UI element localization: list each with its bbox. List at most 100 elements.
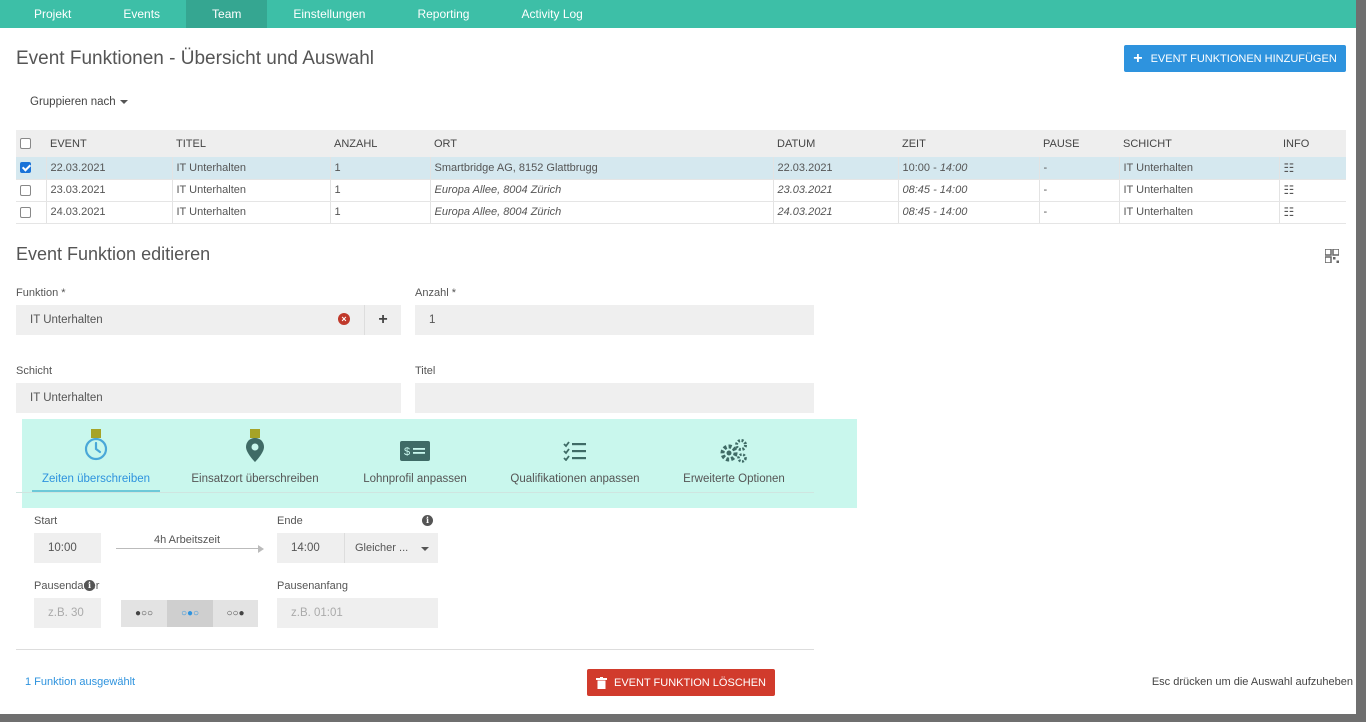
col-datum[interactable]: DATUM xyxy=(773,130,898,157)
cell-info: ☷ xyxy=(1278,179,1346,202)
pause-start-input[interactable]: z.B. 01:01 xyxy=(277,598,438,628)
group-by-dropdown[interactable]: Gruppieren nach xyxy=(30,96,128,108)
cell-pause: - xyxy=(1038,179,1119,202)
pause-position-end[interactable]: ○○● xyxy=(213,600,258,627)
select-all-checkbox[interactable] xyxy=(20,138,31,150)
esc-hint: Esc drücken um die Auswahl aufzuheben xyxy=(1151,676,1353,688)
footer-divider xyxy=(16,649,814,650)
tabs-divider xyxy=(16,492,814,493)
svg-text:$: $ xyxy=(404,446,410,458)
pausenanfang-label: Pausenanfang xyxy=(277,580,348,592)
table-row[interactable]: 22.03.2021 IT Unterhalten 1 Smartbridge … xyxy=(16,157,1346,180)
col-pause[interactable]: PAUSE xyxy=(1039,130,1119,157)
anzahl-label: Anzahl * xyxy=(415,287,456,299)
row-checkbox[interactable] xyxy=(20,184,31,196)
cell-event: 22.03.2021 xyxy=(45,157,172,180)
duration-label: 4h Arbeitszeit xyxy=(154,534,221,546)
anzahl-field[interactable]: 1 xyxy=(415,305,814,335)
gears-icon xyxy=(720,439,747,463)
tab-team[interactable]: Team xyxy=(186,0,268,28)
tab-qualifikationen-anpassen[interactable]: Qualifikationen anpassen xyxy=(504,419,646,493)
arrow-right-icon xyxy=(258,545,264,553)
selection-info[interactable]: 1 Funktion ausgewählt xyxy=(25,676,135,688)
cell-schicht: IT Unterhalten xyxy=(1118,179,1279,202)
info-icon[interactable]: i xyxy=(422,515,433,526)
row-checkbox-cell xyxy=(16,157,46,180)
tab-einsatzort-ueberschreiben[interactable]: Einsatzort überschreiben xyxy=(184,419,326,493)
list-info-icon[interactable]: ☷ xyxy=(1284,183,1295,197)
tab-projekt[interactable]: Projekt xyxy=(8,0,97,28)
cell-datum: 23.03.2021 xyxy=(772,179,898,202)
pause-position-start[interactable]: ●○○ xyxy=(121,600,167,627)
cell-zeit: 10:00 - 14:00 xyxy=(897,157,1039,180)
tab-erweiterte-optionen[interactable]: Erweiterte Optionen xyxy=(672,419,796,493)
qr-code-icon[interactable] xyxy=(1325,249,1339,263)
duration-arrow xyxy=(116,548,262,549)
schicht-field[interactable]: IT Unterhalten xyxy=(16,383,401,413)
select-all-cell xyxy=(16,130,46,157)
col-event[interactable]: EVENT xyxy=(46,130,172,157)
plus-icon: + xyxy=(1133,49,1143,67)
tab-label: Lohnprofil anpassen xyxy=(363,473,467,485)
cell-info: ☷ xyxy=(1278,201,1346,224)
tab-label: Einsatzort überschreiben xyxy=(191,473,319,485)
tab-activity-log[interactable]: Activity Log xyxy=(495,0,608,28)
cell-schicht: IT Unterhalten xyxy=(1118,201,1279,224)
clear-icon[interactable]: × xyxy=(338,313,350,325)
start-label: Start xyxy=(34,515,58,527)
table-row[interactable]: 23.03.2021 IT Unterhalten 1 Europa Allee… xyxy=(16,179,1346,202)
row-checkbox[interactable] xyxy=(20,206,31,218)
row-checkbox-cell xyxy=(16,201,46,224)
list-info-icon[interactable]: ☷ xyxy=(1284,161,1295,175)
pause-position-middle[interactable]: ○●○ xyxy=(167,600,213,627)
event-funktionen-table: EVENT TITEL ANZAHL ORT DATUM ZEIT PAUSE … xyxy=(16,130,1346,224)
end-time-input[interactable]: 14:00 xyxy=(277,533,344,563)
money-icon: $ xyxy=(400,441,430,461)
caret-down-icon xyxy=(119,99,128,104)
ende-label: Ende xyxy=(277,515,303,527)
zeit-end: 14:00 xyxy=(939,161,968,174)
cell-titel: IT Unterhalten xyxy=(171,179,330,202)
page-title: Event Funktionen - Übersicht und Auswahl xyxy=(16,48,375,69)
funktion-field[interactable]: IT Unterhalten xyxy=(16,305,364,335)
col-titel[interactable]: TITEL xyxy=(172,130,330,157)
cell-zeit: 08:45 - 14:00 xyxy=(897,179,1039,202)
col-schicht[interactable]: SCHICHT xyxy=(1119,130,1279,157)
col-zeit[interactable]: ZEIT xyxy=(898,130,1039,157)
tab-einstellungen[interactable]: Einstellungen xyxy=(267,0,391,28)
trash-icon xyxy=(596,676,607,689)
table-row[interactable]: 24.03.2021 IT Unterhalten 1 Europa Allee… xyxy=(16,201,1346,224)
cell-titel: IT Unterhalten xyxy=(171,157,330,180)
schicht-label: Schicht xyxy=(16,365,53,377)
col-ort[interactable]: ORT xyxy=(430,130,773,157)
col-info[interactable]: INFO xyxy=(1279,130,1346,157)
day-select[interactable]: Gleicher ... xyxy=(344,533,438,563)
clock-icon xyxy=(84,437,108,461)
delete-event-funktion-button[interactable]: EVENT FUNKTION LÖSCHEN xyxy=(587,669,775,696)
cell-datum: 22.03.2021 xyxy=(772,157,898,180)
tab-events[interactable]: Events xyxy=(97,0,186,28)
add-funktion-button[interactable]: + xyxy=(364,305,401,335)
pause-duration-input[interactable]: z.B. 30 xyxy=(34,598,101,628)
info-icon[interactable]: i xyxy=(84,580,95,591)
add-event-funktionen-button[interactable]: + EVENT FUNKTIONEN HINZUFÜGEN xyxy=(1124,45,1346,72)
tab-lohnprofil-anpassen[interactable]: $ Lohnprofil anpassen xyxy=(352,419,478,493)
row-checkbox-cell xyxy=(16,179,46,202)
tab-zeiten-ueberschreiben[interactable]: Zeiten überschreiben xyxy=(32,419,160,493)
list-info-icon[interactable]: ☷ xyxy=(1284,205,1295,219)
cell-zeit: 08:45 - 14:00 xyxy=(897,201,1039,224)
caret-down-icon xyxy=(421,547,429,551)
active-tab-indicator xyxy=(32,490,160,492)
start-time-input[interactable]: 10:00 xyxy=(34,533,101,563)
cell-schicht: IT Unterhalten xyxy=(1118,157,1279,180)
titel-field[interactable] xyxy=(415,383,814,413)
tab-label: Erweiterte Optionen xyxy=(683,473,785,485)
cell-pause: - xyxy=(1038,157,1119,180)
cell-ort: Europa Allee, 8004 Zürich xyxy=(429,201,773,224)
col-anzahl[interactable]: ANZAHL xyxy=(330,130,430,157)
row-checkbox[interactable] xyxy=(20,162,31,174)
group-by-label: Gruppieren nach xyxy=(30,96,116,108)
editor-title: Event Funktion editieren xyxy=(16,244,211,264)
tab-reporting[interactable]: Reporting xyxy=(391,0,495,28)
pause-start-placeholder: z.B. 01:01 xyxy=(291,607,343,619)
